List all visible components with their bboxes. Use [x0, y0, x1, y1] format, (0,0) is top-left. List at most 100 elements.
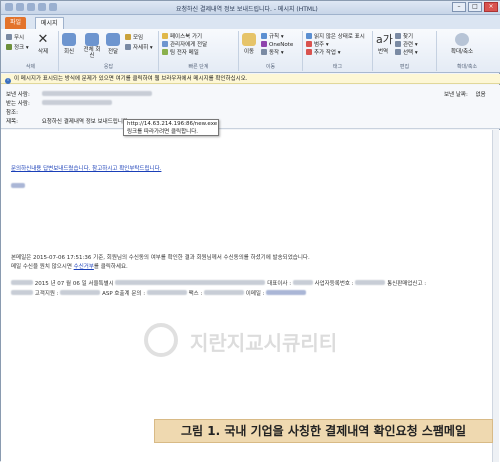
move-button[interactable]: 이동: [242, 33, 256, 55]
more-icon: [125, 44, 131, 50]
tooltip-hint: 링크를 따라가려면 클릭합니다.: [127, 128, 199, 135]
select-button[interactable]: 선택 ▾: [395, 49, 418, 57]
smile-logo-icon: [144, 323, 178, 357]
ribbon-group-respond: 회신 전체 회신 전달 모임 자세히 ▾ 응답: [59, 31, 159, 71]
minimize-button[interactable]: –: [452, 2, 466, 12]
team-mail-icon: [162, 49, 168, 55]
outlook-message-window: 요청하신 결제내역 정보 보내드립니다. - 메시지 (HTML) – □ × …: [0, 0, 500, 462]
delete-button[interactable]: ✕ 삭제: [36, 33, 50, 55]
group-caption: 이동: [265, 64, 276, 70]
undo-icon[interactable]: [16, 3, 24, 11]
related-button[interactable]: 관련 ▾: [395, 41, 418, 49]
onenote-button[interactable]: OneNote: [261, 41, 293, 49]
category-icon: [306, 41, 312, 47]
meeting-button[interactable]: 모임: [125, 34, 143, 42]
sent-row: 보낸 날짜: 없음: [444, 90, 486, 98]
folder-move-icon: [242, 33, 256, 46]
malicious-link-text[interactable]: 문의하신내용 답변보내드렸습니다. 참고하시고 확인부탁드립니다.: [11, 166, 161, 172]
mark-unread-button[interactable]: 읽지 않은 상태로 표시: [306, 33, 365, 41]
tab-message[interactable]: 메시지: [35, 17, 64, 29]
follow-up-button[interactable]: 추가 작업 ▾: [306, 49, 341, 57]
watermark: 지란지교시큐리티: [144, 319, 384, 359]
actions-button[interactable]: 동작 ▾: [261, 49, 284, 57]
message-header: 보낸 사람: 받는 사람: 참조: 제목: 요청하신 결제내역 정보 보내드립니…: [1, 85, 500, 129]
flag-icon: [306, 49, 312, 55]
info-bar[interactable]: i이 메시지가 표시되는 방식에 문제가 있으면 여기를 클릭하여 웹 브라우저…: [1, 74, 500, 84]
title-bar: 요청하신 결제내역 정보 보내드립니다. - 메시지 (HTML) – □ ×: [1, 1, 500, 15]
up-arrow-icon[interactable]: [38, 3, 46, 11]
ribbon-group-tags: 읽지 않은 상태로 표시 범주 ▾ 추가 작업 ▾ 태그: [303, 31, 373, 71]
ribbon-tabs: 파일 메시지: [1, 15, 500, 29]
ignore-button[interactable]: 무시: [6, 34, 24, 42]
ignore-icon: [6, 34, 12, 40]
ribbon: 무시 정크 ▾ ✕ 삭제 삭제 회신 전체 회신 전달 모임 자세히 ▾ 응답 페…: [1, 29, 500, 73]
meeting-icon: [125, 34, 131, 40]
onenote-icon: [261, 41, 267, 47]
from-label: 보낸 사람:: [6, 92, 30, 98]
forward-arrow-icon: [162, 41, 168, 47]
malicious-link[interactable]: 문의하신내용 답변보내드렸습니다. 참고하시고 확인부탁드립니다.: [11, 164, 161, 172]
actions-icon: [261, 49, 267, 55]
sent-value: 없음: [475, 92, 486, 98]
down-arrow-icon[interactable]: [49, 3, 57, 11]
group-caption: 태그: [332, 64, 343, 70]
related-icon: [395, 41, 401, 47]
reply-icon: [62, 33, 76, 46]
save-icon[interactable]: [5, 3, 13, 11]
lightning-icon: [162, 33, 168, 39]
zoom-button[interactable]: 확대/축소: [451, 33, 473, 55]
sent-label: 보낸 날짜:: [444, 92, 468, 98]
footer-company-line: 2015 년 07 월 06 일 서울특별시 대표이사 : 사업자등록번호 : …: [11, 279, 426, 287]
info-icon: i: [5, 78, 11, 84]
group-caption: 빠른 단계: [188, 64, 209, 70]
window-controls: – □ ×: [452, 2, 498, 12]
junk-icon: [6, 44, 12, 50]
translate-button[interactable]: a가 번역: [376, 33, 393, 55]
quick-step-to-manager[interactable]: 관리자에게 전달: [162, 41, 207, 49]
delete-x-icon: ✕: [37, 32, 49, 47]
redacted-signature: [11, 183, 25, 190]
ribbon-group-quick-steps: 페이스북 가기 관리자에게 전달 팀 전자 메일 빠른 단계: [159, 31, 239, 71]
reply-all-button[interactable]: 전체 회신: [83, 33, 101, 59]
find-button[interactable]: 찾기: [395, 33, 413, 41]
forward-button[interactable]: 전달: [106, 33, 120, 55]
link-tooltip: http://14.63.214.196:86/new.exe 링크를 따라가려…: [123, 119, 219, 136]
redo-icon[interactable]: [27, 3, 35, 11]
figure-caption: 그림 1. 국내 기업을 사칭한 결제내역 확인요청 스팸메일: [154, 419, 493, 443]
reply-button[interactable]: 회신: [62, 33, 76, 55]
tooltip-url: http://14.63.214.196:86/new.exe: [127, 121, 218, 127]
categorize-button[interactable]: 범주 ▾: [306, 41, 329, 49]
maximize-button[interactable]: □: [468, 2, 482, 12]
unsubscribe-link[interactable]: 수신거부: [74, 264, 94, 270]
group-caption: 확대/축소: [456, 64, 478, 70]
quick-step-facebook[interactable]: 페이스북 가기: [162, 33, 202, 41]
window-title: 요청하신 결제내역 정보 보내드립니다. - 메시지 (HTML): [176, 6, 318, 13]
subject-label: 제목:: [6, 119, 18, 125]
select-icon: [395, 49, 401, 55]
footer-unsubscribe-line: 메일 수신을 원치 않으시면 수신거부를 클릭하세요.: [11, 264, 128, 270]
find-icon: [395, 33, 401, 39]
group-caption: 삭제: [25, 64, 36, 70]
subject-value: 요청하신 결제내역 정보 보내드립니다.: [41, 119, 130, 125]
rules-button[interactable]: 규칙 ▾: [261, 33, 284, 41]
junk-button[interactable]: 정크 ▾: [6, 44, 29, 52]
envelope-icon: [306, 33, 312, 39]
ribbon-group-move: 이동 규칙 ▾ OneNote 동작 ▾ 이동: [239, 31, 303, 71]
quick-step-team-email[interactable]: 팀 전자 메일: [162, 49, 199, 57]
subject-row: 제목: 요청하신 결제내역 정보 보내드립니다.: [6, 117, 130, 125]
translate-icon: a가: [376, 33, 393, 46]
tab-file[interactable]: 파일: [5, 17, 27, 29]
footer-contact-line: 고객지원 : ASP 호출계 문의 : 팩스 : 이메일 :: [11, 289, 307, 297]
magnifier-icon: [455, 33, 470, 46]
vertical-scrollbar[interactable]: [492, 130, 499, 462]
rules-icon: [261, 33, 267, 39]
reply-all-icon: [85, 33, 99, 46]
more-button[interactable]: 자세히 ▾: [125, 44, 153, 52]
watermark-text: 지란지교시큐리티: [190, 331, 338, 355]
quick-access-toolbar: [5, 3, 57, 11]
forward-icon: [106, 33, 120, 46]
group-caption: 응답: [103, 64, 114, 70]
from-row: 보낸 사람:: [6, 90, 152, 98]
close-button[interactable]: ×: [484, 2, 498, 12]
to-row: 받는 사람:: [6, 99, 112, 107]
